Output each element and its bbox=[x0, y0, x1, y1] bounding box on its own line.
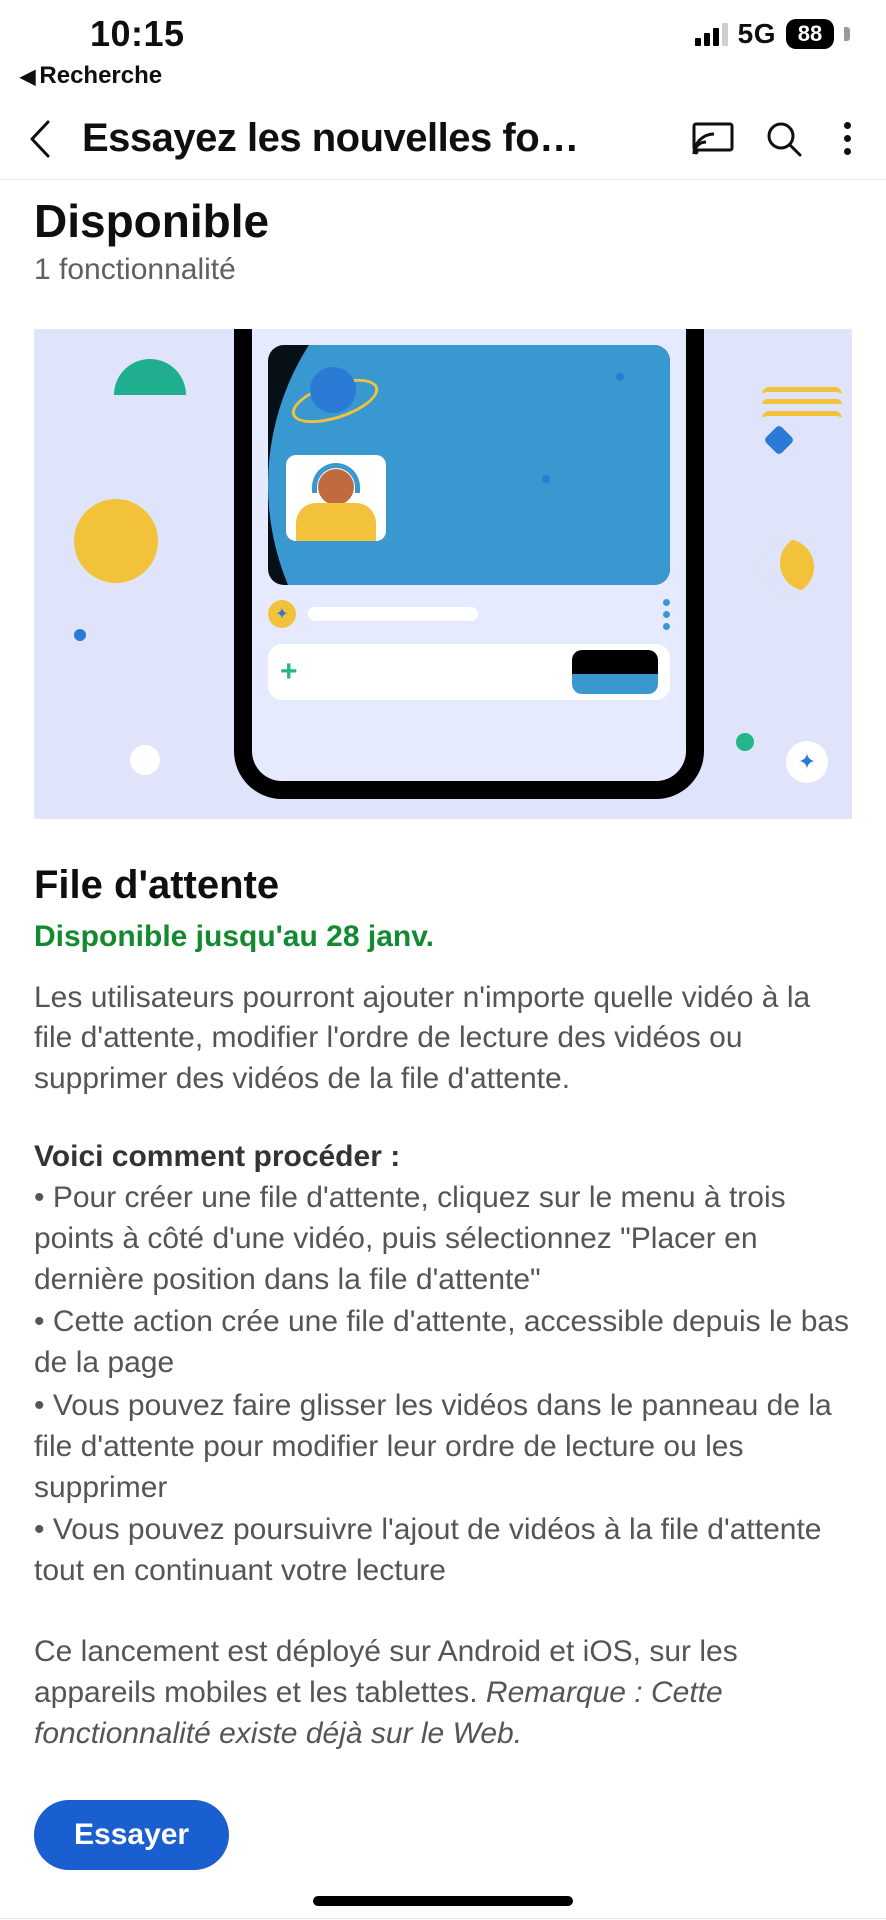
list-item: Cette action crée une file d'attente, ac… bbox=[34, 1302, 852, 1384]
divider bbox=[0, 1918, 886, 1919]
cast-icon[interactable] bbox=[692, 122, 734, 156]
search-icon[interactable] bbox=[764, 119, 804, 159]
back-triangle-icon: ◀ bbox=[20, 64, 35, 89]
section-subtitle: 1 fonctionnalité bbox=[34, 253, 852, 287]
feature-footnote: Ce lancement est déployé sur Android et … bbox=[34, 1632, 852, 1754]
list-item: Vous pouvez faire glisser les vidéos dan… bbox=[34, 1386, 852, 1508]
howto-title: Voici comment procéder : bbox=[34, 1140, 852, 1174]
back-button[interactable] bbox=[26, 118, 52, 160]
return-to-app-label: Recherche bbox=[39, 62, 162, 90]
feature-title: File d'attente bbox=[34, 863, 852, 908]
status-bar: 10:15 5G 88 bbox=[0, 0, 886, 62]
status-time: 10:15 bbox=[90, 13, 185, 55]
return-to-app[interactable]: ◀ Recherche bbox=[0, 62, 886, 98]
list-item: Vous pouvez poursuivre l'ajout de vidéos… bbox=[34, 1510, 852, 1592]
page-title: Essayez les nouvelles fo… bbox=[82, 116, 662, 161]
feature-illustration: ✦ ✦ + bbox=[34, 329, 852, 819]
overflow-menu-icon[interactable] bbox=[834, 122, 860, 155]
content: Disponible 1 fonctionnalité ✦ ✦ bbox=[0, 180, 886, 1919]
feature-availability: Disponible jusqu'au 28 janv. bbox=[34, 920, 852, 954]
try-it-button[interactable]: Essayer bbox=[34, 1800, 229, 1870]
network-label: 5G bbox=[738, 18, 776, 50]
phone-mockup-icon: ✦ + bbox=[234, 329, 704, 799]
battery-badge: 88 bbox=[786, 19, 834, 49]
app-header: Essayez les nouvelles fo… bbox=[0, 98, 886, 180]
home-indicator[interactable] bbox=[313, 1896, 573, 1906]
battery-tip-icon bbox=[844, 27, 850, 41]
section-title: Disponible bbox=[34, 196, 852, 247]
status-right: 5G 88 bbox=[695, 18, 850, 50]
list-item: Pour créer une file d'attente, cliquez s… bbox=[34, 1178, 852, 1300]
signal-icon bbox=[695, 22, 728, 46]
feature-description: Les utilisateurs pourront ajouter n'impo… bbox=[34, 978, 852, 1100]
howto-list: Pour créer une file d'attente, cliquez s… bbox=[34, 1178, 852, 1592]
